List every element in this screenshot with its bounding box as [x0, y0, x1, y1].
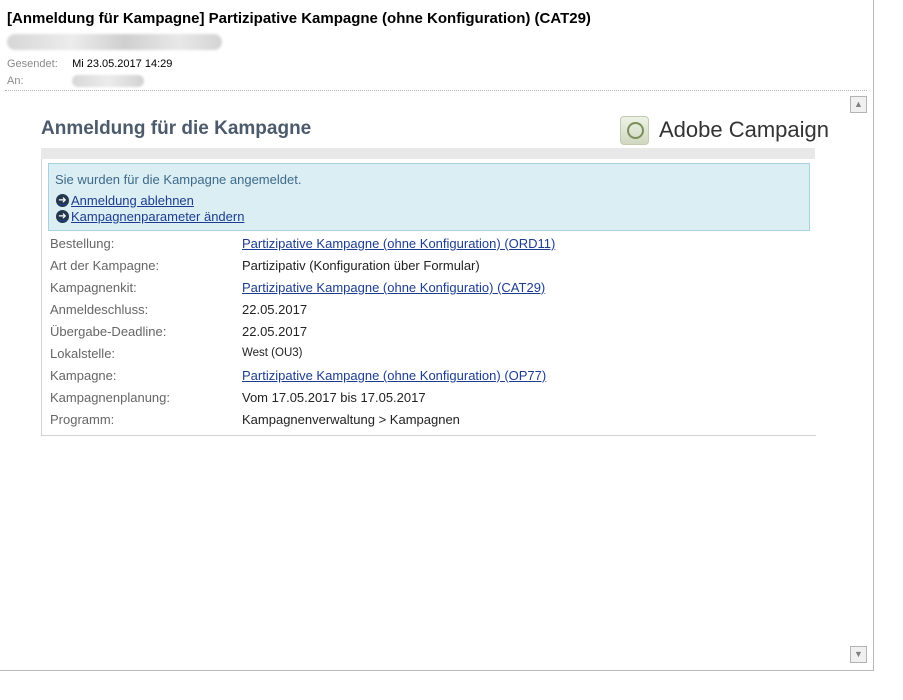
campaign-label: Kampagne:	[50, 368, 117, 383]
handover-deadline-value: 22.05.2017	[242, 324, 308, 339]
order-label: Bestellung:	[50, 236, 115, 251]
registration-deadline-label: Anmeldeschluss:	[50, 302, 149, 317]
scroll-down-icon[interactable]: ▼	[850, 646, 867, 663]
decline-registration-link[interactable]: ➜ Anmeldung ablehnen	[56, 193, 194, 208]
campaign-link[interactable]: Partizipative Kampagne (ohne Konfigurati…	[242, 368, 546, 383]
change-parameters-link[interactable]: ➜ Kampagnenparameter ändern	[56, 209, 244, 224]
program-value: Kampagnenverwaltung > Kampagnen	[242, 412, 460, 427]
program-label: Programm:	[50, 412, 115, 427]
adobe-campaign-logo-icon	[620, 115, 649, 145]
email-window: [Anmeldung für Kampagne] Partizipative K…	[0, 0, 874, 671]
panel-header-bar	[41, 148, 815, 159]
handover-deadline-label: Übergabe-Deadline:	[50, 324, 167, 339]
to-label: An:	[7, 75, 24, 87]
to-line: An:	[7, 75, 145, 88]
vertical-scrollbar[interactable]: ▲ ▼	[849, 95, 867, 665]
campaign-type-value: Partizipativ (Konfiguration über Formula…	[242, 258, 480, 273]
sender-address-blurred	[7, 34, 222, 50]
campaign-planning-label: Kampagnenplanung:	[50, 390, 170, 405]
local-entity-label: Lokalstelle:	[50, 346, 116, 361]
scroll-up-icon[interactable]: ▲	[850, 96, 867, 113]
campaign-kit-link[interactable]: Partizipative Kampagne (ohne Konfigurati…	[242, 280, 545, 295]
sent-value: Mi 23.05.2017 14:29	[72, 58, 173, 70]
campaign-kit-label: Kampagnenkit:	[50, 280, 137, 295]
decline-registration-label: Anmeldung ablehnen	[71, 193, 194, 208]
sent-line: Gesendet: Mi 23.05.2017 14:29	[7, 58, 172, 70]
content-title: Anmeldung für die Kampagne	[41, 118, 312, 139]
adobe-campaign-logo: Adobe Campaign	[620, 115, 829, 145]
header-separator	[5, 90, 867, 91]
local-entity-value: West (OU3)	[242, 347, 303, 359]
email-subject: [Anmeldung für Kampagne] Partizipative K…	[7, 10, 591, 27]
sent-label: Gesendet:	[7, 58, 58, 70]
change-parameters-label: Kampagnenparameter ändern	[71, 209, 245, 224]
campaign-type-label: Art der Kampagne:	[50, 258, 160, 273]
notice-message: Sie wurden für die Kampagne angemeldet.	[55, 172, 302, 187]
circle-arrow-right-icon: ➜	[56, 210, 69, 223]
recipient-blurred	[72, 75, 145, 88]
campaign-planning-value: Vom 17.05.2017 bis 17.05.2017	[242, 390, 426, 405]
order-link[interactable]: Partizipative Kampagne (ohne Konfigurati…	[242, 236, 555, 251]
logo-text: Adobe Campaign	[659, 117, 830, 142]
notice-box: Sie wurden für die Kampagne angemeldet. …	[48, 163, 810, 231]
registration-deadline-value: 22.05.2017	[242, 302, 308, 317]
circle-arrow-right-icon: ➜	[56, 194, 69, 207]
